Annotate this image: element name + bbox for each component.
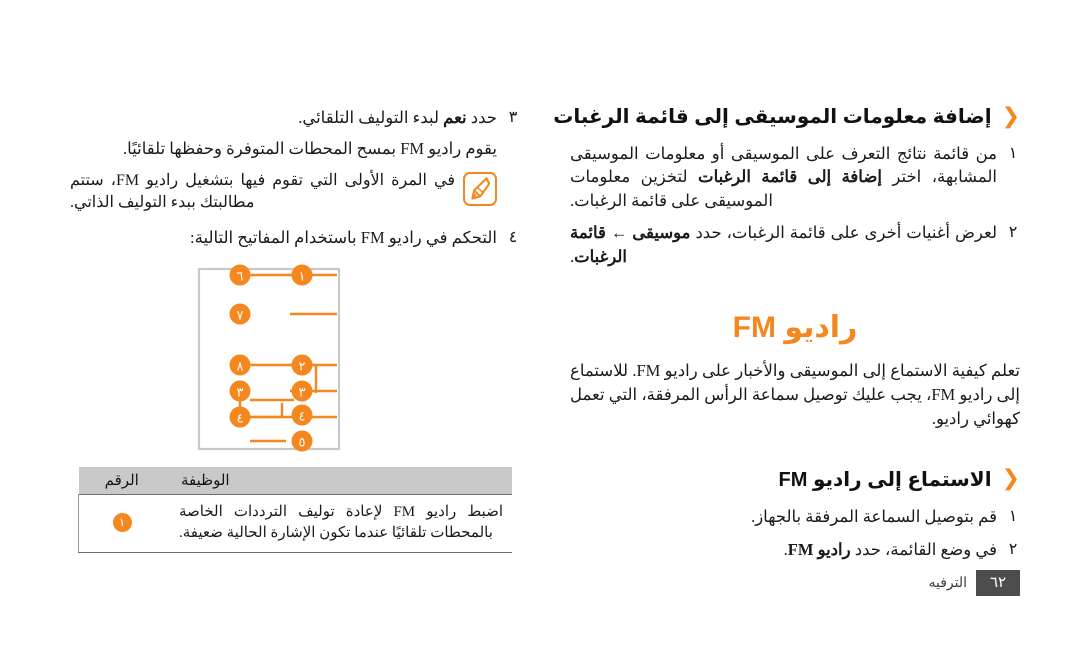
table-body: اضبط راديو FM لإعادة توليف الترددات الخا…: [78, 494, 512, 553]
fm-radio-key-diagram: ١ ٢ ٣ ٤ ٥ ٦ ٧ ٨ ٣ ٤: [70, 259, 520, 459]
list-item: ١ من قائمة نتائج التعرف على الموسيقى أو …: [570, 142, 1020, 212]
page-number: ٦٢: [976, 570, 1020, 596]
left-column: ٣ حدد نعم لبدء التوليف التلقائي. يقوم را…: [70, 0, 520, 553]
callout-badge-right-7: ٧: [229, 303, 251, 325]
table-header: الوظيفة الرقم: [78, 467, 512, 495]
callout-badge-left-4: ٤: [291, 404, 313, 426]
key-function-table: الوظيفة الرقم اضبط راديو FM لإعادة توليف…: [78, 467, 512, 553]
column-header-number: الرقم: [78, 467, 165, 495]
intro-paragraph: تعلم كيفية الاستماع إلى الموسيقى والأخبا…: [570, 361, 1020, 428]
autotune-note-paragraph: يقوم راديو FM بمسح المحطات المتوفرة وحفظ…: [123, 138, 497, 158]
cell-function: اضبط راديو FM لإعادة توليف الترددات الخا…: [165, 494, 512, 553]
svg-text:٢: ٢: [299, 359, 306, 374]
list-item: ٤ التحكم في راديو FM باستخدام المفاتيح ا…: [70, 226, 520, 250]
section-heading-listen-fm: ❮ الاستماع إلى راديو FM: [570, 467, 1020, 492]
list-item: ٢ لعرض أغنيات أخرى على قائمة الرغبات، حد…: [570, 221, 1020, 268]
steps-list-autotune: ٣ حدد نعم لبدء التوليف التلقائي.: [70, 106, 520, 130]
list-item-text: قم بتوصيل السماعة المرفقة بالجهاز.: [751, 506, 997, 526]
cell-number: ١: [78, 494, 165, 553]
list-marker: ٢: [1008, 224, 1018, 242]
key-function-table-wrap: الوظيفة الرقم اضبط راديو FM لإعادة توليف…: [70, 467, 520, 553]
right-column: ❮ إضافة معلومات الموسيقى إلى قائمة الرغب…: [553, 0, 1020, 570]
callout-badge-right-4: ٤: [229, 406, 251, 428]
table-header-row: الوظيفة الرقم: [78, 467, 512, 495]
section-heading-text: إضافة معلومات الموسيقى إلى قائمة الرغبات: [553, 106, 992, 128]
steps-list-wishlist: ١ من قائمة نتائج التعرف على الموسيقى أو …: [570, 142, 1020, 268]
callout-badge-left-1: ١: [291, 264, 313, 286]
note-callout: في المرة الأولى التي تقوم فيها بتشغيل را…: [70, 170, 520, 215]
steps-list-keys: ٤ التحكم في راديو FM باستخدام المفاتيح ا…: [70, 226, 520, 250]
table-row: اضبط راديو FM لإعادة توليف الترددات الخا…: [78, 494, 512, 553]
callout-badge-right-3: ٣: [229, 380, 251, 402]
callout-badge-right-6: ٦: [229, 264, 251, 286]
svg-text:٨: ٨: [237, 359, 244, 374]
column-header-function: الوظيفة: [165, 467, 512, 495]
chevron-left-icon: ❮: [1001, 465, 1020, 491]
svg-text:٣: ٣: [299, 385, 306, 400]
list-item-text: حدد نعم لبدء التوليف التلقائي.: [298, 108, 497, 127]
callout-badge-left-3: ٣: [291, 380, 313, 402]
svg-text:٤: ٤: [237, 411, 244, 426]
list-item-text: التحكم في راديو FM باستخدام المفاتيح الت…: [190, 228, 497, 248]
list-item: ١ قم بتوصيل السماعة المرفقة بالجهاز.: [570, 505, 1020, 529]
svg-text:٦: ٦: [237, 269, 244, 284]
callout-badge-left-2: ٢: [291, 354, 313, 376]
list-marker: ٢: [1008, 540, 1018, 558]
note-text: في المرة الأولى التي تقوم فيها بتشغيل را…: [70, 171, 455, 212]
list-item-text: في وضع القائمة، حدد راديو FM.: [783, 539, 997, 559]
list-marker: ١: [1008, 507, 1018, 525]
list-item-text: من قائمة نتائج التعرف على الموسيقى أو مع…: [570, 144, 997, 210]
footer-section-label: الترفيه: [928, 575, 967, 591]
list-marker: ١: [1008, 145, 1018, 162]
page-title-fm-radio: راديو FM: [732, 311, 858, 345]
list-item-text: لعرض أغنيات أخرى على قائمة الرغبات، حدد …: [570, 223, 997, 266]
steps-list-listen-fm: ١ قم بتوصيل السماعة المرفقة بالجهاز. ٢ ف…: [570, 505, 1020, 561]
list-marker: ٤: [508, 229, 518, 247]
section-heading-text: الاستماع إلى راديو FM: [778, 468, 992, 491]
svg-text:٥: ٥: [299, 435, 306, 450]
svg-text:٤: ٤: [299, 409, 306, 424]
svg-text:١: ١: [299, 269, 306, 284]
chevron-left-icon: ❮: [1001, 102, 1020, 128]
list-item: ٢ في وضع القائمة، حدد راديو FM.: [570, 538, 1020, 562]
section-heading-wishlist: ❮ إضافة معلومات الموسيقى إلى قائمة الرغب…: [553, 102, 1020, 129]
svg-text:٧: ٧: [237, 308, 244, 323]
callout-badge-left-5: ٥: [291, 430, 313, 452]
list-item: ٣ حدد نعم لبدء التوليف التلقائي.: [70, 106, 520, 130]
row-number-badge: ١: [112, 513, 132, 533]
note-pen-icon: [463, 171, 497, 206]
callout-badge-right-8: ٨: [229, 354, 251, 376]
manual-page: ❮ إضافة معلومات الموسيقى إلى قائمة الرغب…: [0, 0, 1080, 650]
svg-text:٣: ٣: [237, 385, 244, 400]
list-marker: ٣: [508, 109, 518, 126]
